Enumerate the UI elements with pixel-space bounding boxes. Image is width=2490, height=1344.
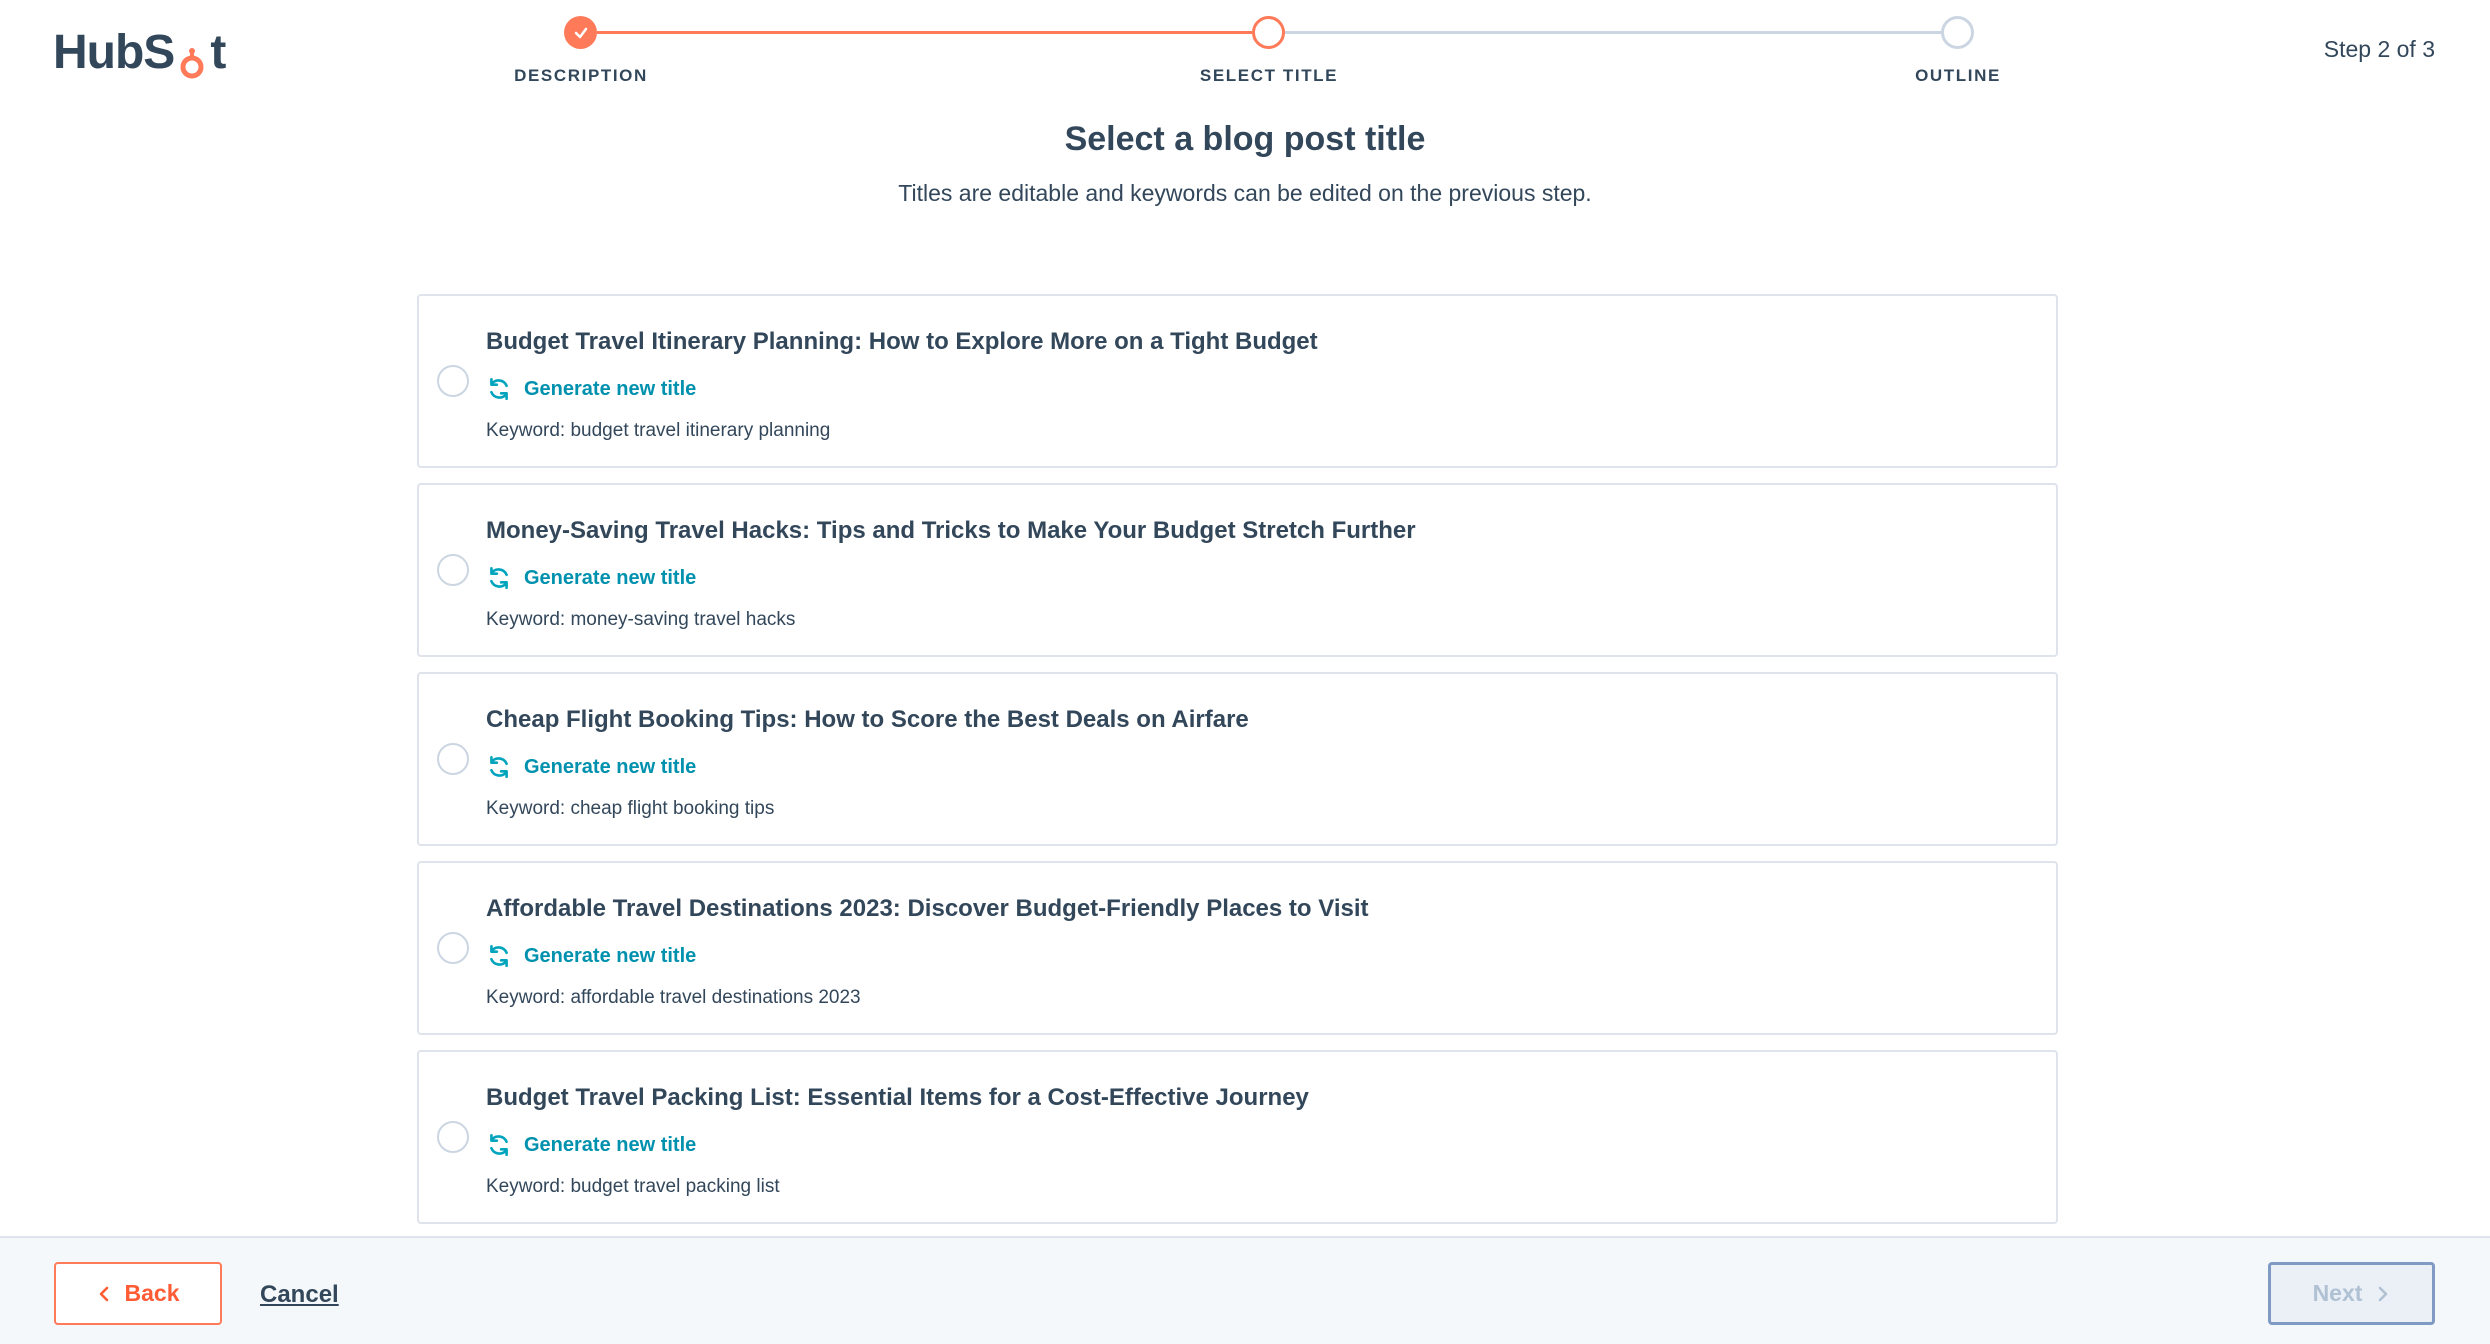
back-button-label[interactable]: Back [125,1280,180,1307]
option-keyword: Keyword: budget travel packing list [486,1176,780,1197]
step-label-description: DESCRIPTION [514,66,648,85]
chevron-right-icon [2379,1286,2388,1301]
title-option[interactable]: Affordable Travel Destinations 2023: Dis… [417,861,2058,1035]
option-title[interactable]: Affordable Travel Destinations 2023: Dis… [486,895,1369,923]
step-connector-complete [597,31,1252,34]
option-title[interactable]: Budget Travel Itinerary Planning: How to… [486,328,1318,356]
back-button[interactable]: Back [54,1262,222,1325]
step-label-select-title: SELECT TITLE [1199,66,1339,85]
title-option[interactable]: Budget Travel Itinerary Planning: How to… [417,294,2058,468]
generate-new-title-label[interactable]: Generate new title [524,945,696,968]
next-button-label[interactable]: Next [2313,1280,2363,1307]
step-connector-upcoming [1284,31,1959,34]
option-radio[interactable] [437,743,469,775]
page-title: Select a blog post title [1064,120,1426,158]
refresh-icon [490,377,508,401]
option-keyword: Keyword: budget travel itinerary plannin… [486,420,831,441]
generate-new-title-link[interactable]: Generate new title [486,565,696,591]
page-subtitle: Titles are editable and keywords can be … [898,180,1592,206]
generate-new-title-label[interactable]: Generate new title [524,756,696,779]
generate-new-title-link[interactable]: Generate new title [486,376,696,402]
refresh-icon [490,1133,508,1157]
title-option[interactable]: Budget Travel Packing List: Essential It… [417,1050,2058,1224]
title-option[interactable]: Money-Saving Travel Hacks: Tips and Tric… [417,483,2058,657]
option-title[interactable]: Cheap Flight Booking Tips: How to Score … [486,706,1249,734]
refresh-icon [490,944,508,968]
next-button[interactable]: Next [2268,1262,2435,1325]
option-keyword: Keyword: affordable travel destinations … [486,987,861,1008]
cancel-button[interactable]: Cancel [260,1281,339,1309]
option-title[interactable]: Money-Saving Travel Hacks: Tips and Tric… [486,517,1416,545]
step-dot-description [564,16,597,49]
step-counter: Step 2 of 3 [2323,36,2435,62]
refresh-icon [490,755,508,779]
option-radio[interactable] [437,932,469,964]
generate-new-title-label[interactable]: Generate new title [524,567,696,590]
refresh-icon [490,566,508,590]
progress-stepper: DESCRIPTION SELECT TITLE OUTLINE [0,0,2490,100]
chevron-left-icon [99,1286,108,1301]
generate-new-title-link[interactable]: Generate new title [486,943,696,969]
step-label-outline: OUTLINE [1915,66,2001,85]
step-dot-outline [1941,16,1974,49]
option-title[interactable]: Budget Travel Packing List: Essential It… [486,1084,1309,1112]
option-radio[interactable] [437,554,469,586]
option-radio[interactable] [437,1121,469,1153]
title-options-list: Budget Travel Itinerary Planning: How to… [417,294,2058,1239]
generate-new-title-link[interactable]: Generate new title [486,754,696,780]
option-radio[interactable] [437,365,469,397]
step-dot-select-title [1252,16,1285,49]
generate-new-title-label[interactable]: Generate new title [524,378,696,401]
option-keyword: Keyword: money-saving travel hacks [486,609,796,630]
footer-bar: Back Cancel Next [0,1236,2490,1344]
generate-new-title-label[interactable]: Generate new title [524,1134,696,1157]
title-option[interactable]: Cheap Flight Booking Tips: How to Score … [417,672,2058,846]
option-keyword: Keyword: cheap flight booking tips [486,798,775,819]
check-icon [574,27,587,38]
generate-new-title-link[interactable]: Generate new title [486,1132,696,1158]
